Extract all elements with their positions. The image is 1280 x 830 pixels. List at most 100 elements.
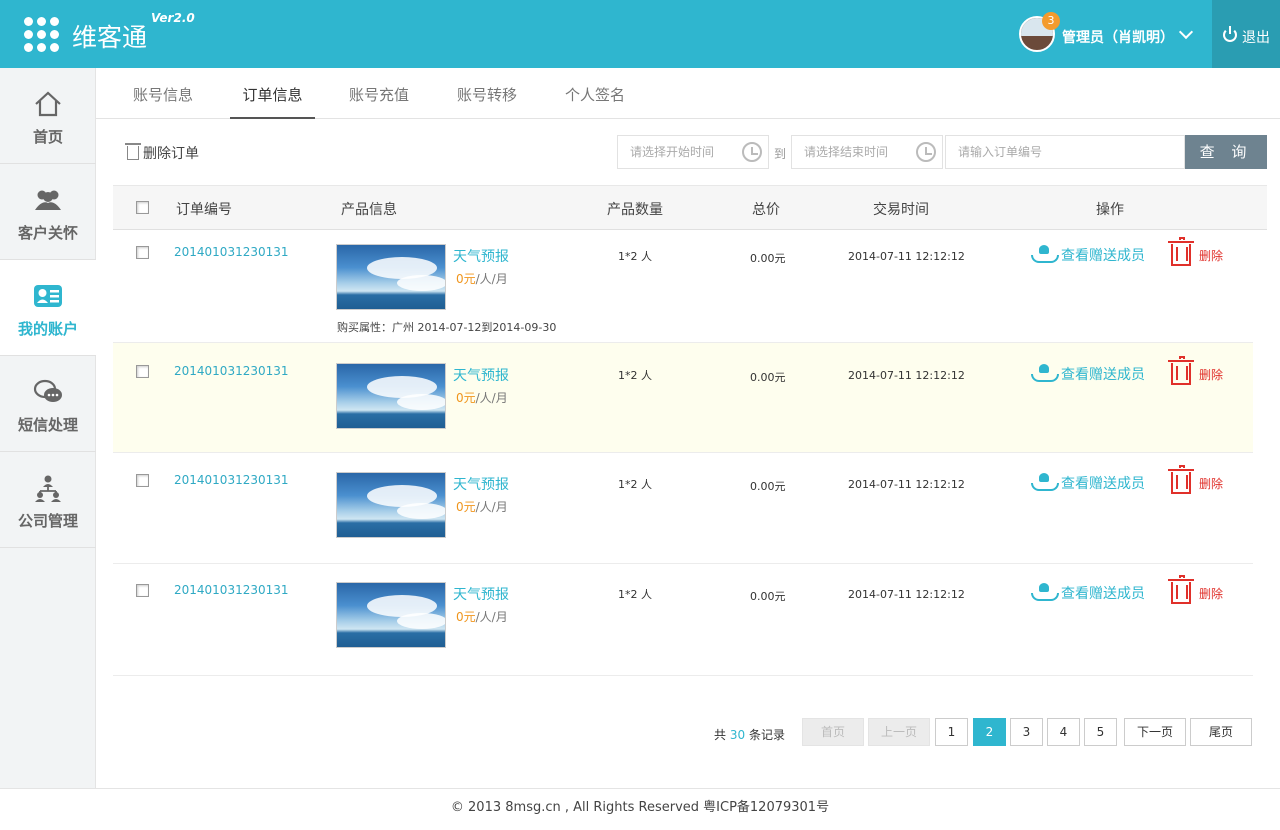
page-button[interactable]: 4 xyxy=(1047,718,1080,746)
order-id-link[interactable]: 201401031230131 xyxy=(174,245,289,259)
table-row: 201401031230131 天气预报 0元/人/月 1*2 人 0.00元 … xyxy=(113,564,1253,676)
trash-icon xyxy=(1168,465,1194,494)
sidebar-item-home[interactable]: 首页 xyxy=(0,68,96,164)
product-price: 0元/人/月 xyxy=(456,500,508,514)
row-checkbox[interactable] xyxy=(136,474,149,487)
top-bar: 维客通 Ver2.0 3 管理员（肖凯明） 退出 xyxy=(0,0,1280,68)
delete-button[interactable]: 删除 xyxy=(1168,237,1223,266)
trash-icon xyxy=(1168,356,1194,385)
power-icon xyxy=(1223,26,1237,42)
trash-icon xyxy=(1168,237,1194,266)
tab-recharge[interactable]: 账号充值 xyxy=(336,68,422,119)
delete-button[interactable]: 删除 xyxy=(1168,465,1223,494)
brand-name: 维客通 xyxy=(72,23,148,52)
sidebar: 首页 客户关怀 我的账户 短信处理 公司管理 xyxy=(0,68,96,788)
product-image xyxy=(336,363,446,429)
trash-icon xyxy=(1168,575,1194,604)
sms-icon xyxy=(33,379,62,402)
table-row: 201401031230131 天气预报 0元/人/月 1*2 人 0.00元 … xyxy=(113,453,1253,564)
table-row: 201401031230131 天气预报 0元/人/月 1*2 人 0.00元 … xyxy=(113,343,1253,453)
total-price: 0.00元 xyxy=(750,371,786,384)
sidebar-item-label: 我的账户 xyxy=(17,320,78,338)
col-actions: 操作 xyxy=(1096,202,1124,218)
order-number-input[interactable]: 请输入订单编号 xyxy=(945,135,1185,169)
account-icon xyxy=(34,285,62,307)
order-id-link[interactable]: 201401031230131 xyxy=(174,583,289,597)
total-price: 0.00元 xyxy=(750,480,786,493)
row-checkbox[interactable] xyxy=(136,365,149,378)
org-icon xyxy=(35,475,61,502)
trade-time: 2014-07-11 12:12:12 xyxy=(848,478,965,491)
gift-hand-icon xyxy=(1031,245,1059,263)
page-button-current[interactable]: 2 xyxy=(973,718,1006,746)
product-price: 0元/人/月 xyxy=(456,610,508,624)
product-name-link[interactable]: 天气预报 xyxy=(453,474,509,494)
tab-signature[interactable]: 个人签名 xyxy=(552,68,638,119)
tab-bar: 账号信息 订单信息 账号充值 账号转移 个人签名 xyxy=(96,68,1280,119)
page-button[interactable]: 3 xyxy=(1010,718,1043,746)
quantity: 1*2 人 xyxy=(618,588,652,601)
quantity: 1*2 人 xyxy=(618,478,652,491)
home-icon xyxy=(35,91,61,117)
product-name-link[interactable]: 天气预报 xyxy=(453,584,509,604)
view-gift-members-button[interactable]: 查看赠送成员 xyxy=(1031,245,1145,265)
clock-icon[interactable] xyxy=(916,142,936,162)
trade-time: 2014-07-11 12:12:12 xyxy=(848,588,965,601)
delete-orders-label: 删除订单 xyxy=(143,146,199,162)
notification-badge[interactable]: 3 xyxy=(1042,12,1060,30)
chevron-down-icon[interactable] xyxy=(1178,24,1194,40)
row-checkbox[interactable] xyxy=(136,584,149,597)
order-id-link[interactable]: 201401031230131 xyxy=(174,364,289,378)
end-date-input[interactable]: 请选择结束时间 xyxy=(791,135,943,169)
sidebar-item-account[interactable]: 我的账户 xyxy=(0,260,96,356)
col-order-id: 订单编号 xyxy=(176,202,232,218)
sidebar-item-company[interactable]: 公司管理 xyxy=(0,452,96,548)
gift-hand-icon xyxy=(1031,473,1059,491)
gift-hand-icon xyxy=(1031,583,1059,601)
version-label: Ver2.0 xyxy=(151,11,195,25)
delete-orders-button[interactable]: 删除订单 xyxy=(125,143,199,163)
order-id-link[interactable]: 201401031230131 xyxy=(174,473,289,487)
tab-account-info[interactable]: 账号信息 xyxy=(120,68,206,119)
col-product: 产品信息 xyxy=(341,202,397,218)
user-name[interactable]: 管理员（肖凯明） xyxy=(1062,27,1174,47)
col-time: 交易时间 xyxy=(873,202,929,218)
to-label: 到 xyxy=(774,147,787,161)
product-image xyxy=(336,582,446,648)
view-gift-members-button[interactable]: 查看赠送成员 xyxy=(1031,583,1145,603)
footer: © 2013 8msg.cn , All Rights Reserved 粤IC… xyxy=(0,788,1280,830)
customers-icon xyxy=(35,190,61,210)
view-gift-members-button[interactable]: 查看赠送成员 xyxy=(1031,364,1145,384)
delete-button[interactable]: 删除 xyxy=(1168,356,1223,385)
sidebar-item-sms[interactable]: 短信处理 xyxy=(0,356,96,452)
search-button[interactable]: 查 询 xyxy=(1185,135,1267,169)
tab-transfer[interactable]: 账号转移 xyxy=(444,68,530,119)
delete-button[interactable]: 删除 xyxy=(1168,575,1223,604)
product-name-link[interactable]: 天气预报 xyxy=(453,246,509,266)
total-price: 0.00元 xyxy=(750,590,786,603)
prev-page-button[interactable]: 上一页 xyxy=(868,718,930,746)
clock-icon[interactable] xyxy=(742,142,762,162)
first-page-button[interactable]: 首页 xyxy=(802,718,864,746)
start-date-input[interactable]: 请选择开始时间 xyxy=(617,135,769,169)
select-all-checkbox[interactable] xyxy=(136,201,149,214)
sidebar-item-label: 客户关怀 xyxy=(17,224,78,242)
sidebar-item-label: 公司管理 xyxy=(17,512,78,530)
tab-order-info[interactable]: 订单信息 xyxy=(230,68,315,119)
end-date-placeholder: 请选择结束时间 xyxy=(804,145,889,159)
product-name-link[interactable]: 天气预报 xyxy=(453,365,509,385)
sidebar-item-customers[interactable]: 客户关怀 xyxy=(0,164,96,260)
row-checkbox[interactable] xyxy=(136,246,149,259)
logout-button[interactable]: 退出 xyxy=(1212,0,1280,68)
page-button[interactable]: 5 xyxy=(1084,718,1117,746)
page-button[interactable]: 1 xyxy=(935,718,968,746)
sidebar-item-label: 首页 xyxy=(32,128,63,146)
next-page-button[interactable]: 下一页 xyxy=(1124,718,1186,746)
trash-icon xyxy=(125,143,141,160)
last-page-button[interactable]: 尾页 xyxy=(1190,718,1252,746)
record-count: 共 30 条记录 xyxy=(714,728,785,742)
table-header: 订单编号 产品信息 产品数量 总价 交易时间 操作 xyxy=(113,185,1267,230)
view-gift-members-button[interactable]: 查看赠送成员 xyxy=(1031,473,1145,493)
col-total: 总价 xyxy=(752,202,780,218)
product-price: 0元/人/月 xyxy=(456,272,508,286)
